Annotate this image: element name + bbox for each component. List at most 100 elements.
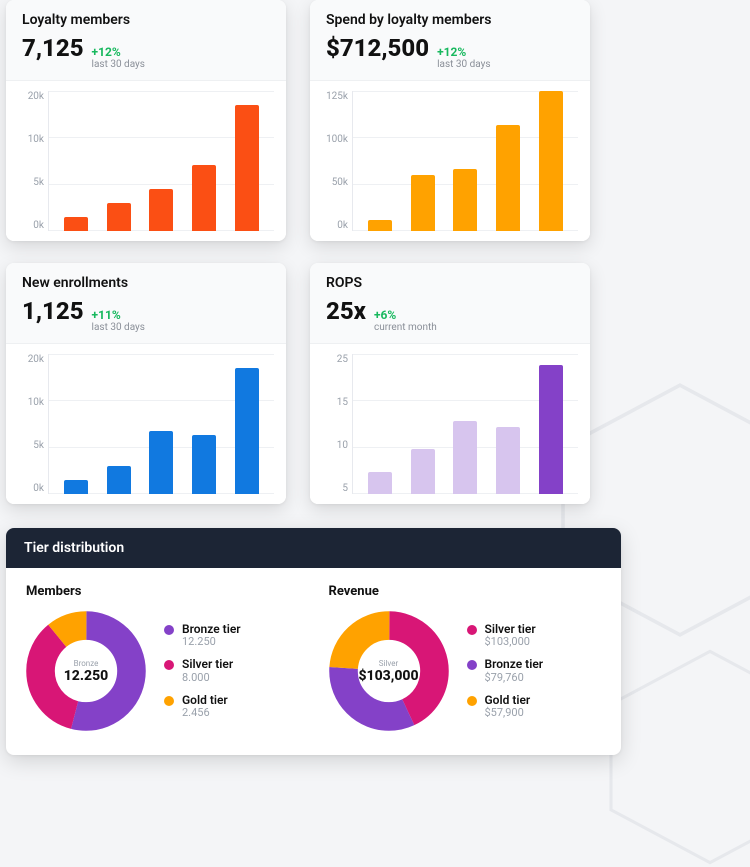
bar: [496, 125, 520, 231]
bar: [453, 421, 477, 494]
card-head: Spend by loyalty members$712,500+12%last…: [310, 0, 590, 81]
legend-swatch: [164, 696, 174, 706]
donut-center-sub: Bronze: [74, 659, 99, 668]
bar-chart: 125k 100k 50k 0k: [322, 91, 578, 231]
y-tick: 15: [322, 397, 348, 408]
bar: [107, 466, 131, 494]
bar-chart: 25 15 10 5: [322, 354, 578, 494]
card-rops: ROPS25x+6%current month2515105: [310, 263, 590, 504]
legend: Silver tier$103,000 Bronze tier$79,760 Gol…: [467, 623, 544, 719]
card-metric: 7,125 +12%last 30 days: [22, 34, 270, 70]
y-tick: 50k: [322, 177, 348, 188]
card-tier-distribution: Tier distributionMembersBronze12.250Bron…: [6, 528, 621, 755]
y-tick: 0k: [18, 483, 44, 494]
bars: [353, 354, 578, 494]
card-metric: 1,125 +11%last 30 days: [22, 297, 270, 333]
bar: [192, 435, 216, 495]
metric-delta-box: +12%last 30 days: [92, 45, 145, 70]
legend-item: Gold tier$57,900: [467, 694, 544, 719]
metric-delta: +6%: [374, 308, 437, 322]
y-tick: 5k: [18, 440, 44, 451]
legend-text: Gold tier$57,900: [485, 694, 531, 719]
donut-center-sub: Silver: [379, 659, 398, 668]
metric-value: 7,125: [22, 34, 84, 62]
legend-text: Bronze tier12.250: [182, 623, 241, 648]
chart-area: 20k10k5k0k: [6, 81, 286, 241]
legend-name: Gold tier: [485, 694, 531, 707]
legend-text: Silver tier8.000: [182, 658, 233, 683]
metric-delta: +11%: [92, 308, 145, 322]
card-spend: Spend by loyalty members$712,500+12%last…: [310, 0, 590, 241]
chart-area: 25 15 10 5: [310, 344, 590, 504]
card-title: New enrollments: [22, 275, 270, 291]
y-axis: 25 15 10 5: [322, 354, 352, 494]
y-tick: 100k: [322, 134, 348, 145]
legend-swatch: [467, 660, 477, 670]
legend-swatch: [467, 625, 477, 635]
plot-area: [352, 91, 578, 231]
metric-delta-box: +11%last 30 days: [92, 308, 145, 333]
card-title: ROPS: [326, 275, 574, 291]
legend-name: Gold tier: [182, 694, 228, 707]
bar: [64, 480, 88, 494]
y-tick: 5: [322, 483, 348, 494]
y-axis: 20k 10k 5k 0k: [18, 354, 48, 494]
metric-value: 1,125: [22, 297, 84, 325]
bar: [107, 203, 131, 231]
legend-swatch: [164, 660, 174, 670]
metric-delta-box: +6%current month: [374, 308, 437, 333]
bar-chart: 20k 10k 5k 0k: [18, 354, 274, 494]
tier-block-title: Revenue: [329, 584, 602, 599]
donut-center: Silver$103,000: [329, 611, 449, 731]
card-title: Loyalty members: [22, 12, 270, 28]
bar-chart: 20k10k5k0k: [18, 91, 274, 231]
legend-text: Gold tier2.456: [182, 694, 228, 719]
chart-area: 125k 100k 50k 0k: [310, 81, 590, 241]
y-tick: 10k: [18, 397, 44, 408]
bars: [49, 354, 274, 494]
bars: [49, 91, 274, 231]
bar: [235, 368, 259, 494]
bars: [353, 91, 578, 231]
y-tick: 0k: [18, 220, 44, 231]
bar: [411, 175, 435, 231]
legend-item: Bronze tier$79,760: [467, 658, 544, 683]
plot-area: [48, 354, 274, 494]
legend-swatch: [467, 696, 477, 706]
legend: Bronze tier12.250 Silver tier8.000 Gold ti…: [164, 623, 241, 719]
card-head: Loyalty members 7,125 +12%last 30 days: [6, 0, 286, 81]
y-tick: 0k: [322, 220, 348, 231]
card-new-enrollments: New enrollments 1,125 +11%last 30 days 20k 1…: [6, 263, 286, 504]
bar: [453, 169, 477, 231]
y-tick: 20k: [18, 354, 44, 365]
legend-value: $57,900: [485, 707, 531, 719]
legend-value: 12.250: [182, 636, 241, 648]
y-tick: 20k: [18, 91, 44, 102]
bar: [496, 427, 520, 494]
metric-period: last 30 days: [92, 322, 145, 333]
donut-center-main: 12.250: [64, 668, 109, 684]
y-tick: 10k: [18, 134, 44, 145]
bar: [411, 449, 435, 494]
chart-area: 20k 10k 5k 0k: [6, 344, 286, 504]
card-title: Spend by loyalty members: [326, 12, 574, 28]
card-head: New enrollments 1,125 +11%last 30 days: [6, 263, 286, 344]
bar: [539, 365, 563, 494]
legend-swatch: [164, 625, 174, 635]
metric-delta: +12%: [437, 45, 490, 59]
donut-center: Bronze12.250: [26, 611, 146, 731]
plot-area: [48, 91, 274, 231]
legend-item: Silver tier$103,000: [467, 623, 544, 648]
tier-block-title: Members: [26, 584, 299, 599]
metric-period: last 30 days: [92, 59, 145, 70]
bar: [149, 189, 173, 231]
legend-value: $79,760: [485, 672, 544, 684]
bar: [149, 431, 173, 494]
y-tick: 10: [322, 440, 348, 451]
y-tick: 125k: [322, 91, 348, 102]
legend-name: Silver tier: [182, 658, 233, 671]
donut-row: Silver$103,000 Silver tier$103,000 Bronze …: [329, 611, 602, 731]
legend-item: Gold tier2.456: [164, 694, 241, 719]
metric-period: last 30 days: [437, 59, 490, 70]
y-tick: 25: [322, 354, 348, 365]
